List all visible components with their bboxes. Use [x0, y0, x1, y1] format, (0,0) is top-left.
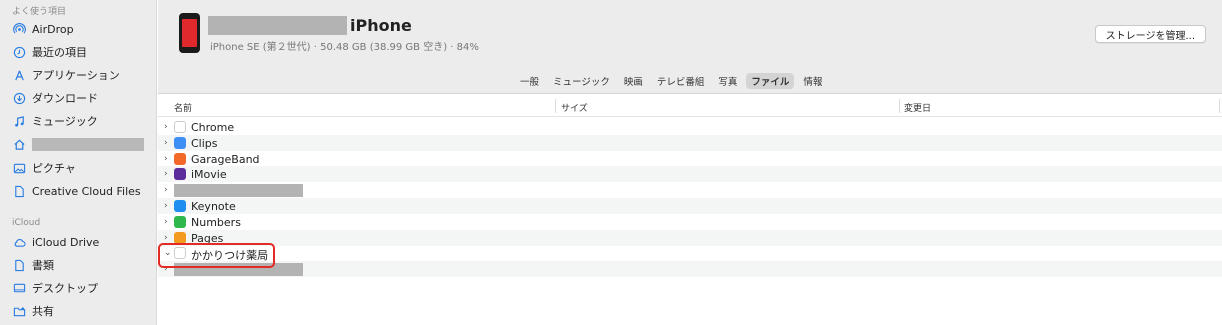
- table-row[interactable]: › GarageBand: [158, 151, 1222, 167]
- document-icon: [13, 185, 26, 198]
- file-name: GarageBand: [191, 152, 260, 166]
- sidebar-item-applications[interactable]: アプリケーション: [13, 66, 120, 84]
- favorites-section-label: よく使う項目: [12, 7, 67, 17]
- manage-storage-button[interactable]: ストレージを管理...: [1094, 25, 1206, 43]
- iphone-icon: [179, 13, 200, 53]
- file-name: Chrome: [191, 121, 235, 134]
- sidebar-item-label: Creative Cloud Files: [32, 184, 141, 198]
- sidebar-item-label: アプリケーション: [32, 69, 120, 82]
- music-icon: [13, 115, 26, 128]
- sidebar-item-pictures[interactable]: ピクチャ: [13, 159, 76, 177]
- sidebar-item-documents[interactable]: 書類: [13, 256, 54, 274]
- cloud-icon: [13, 236, 26, 249]
- imovie-icon: [174, 168, 186, 181]
- sidebar-item-label: ダウンロード: [32, 92, 98, 105]
- redacted-home-name: [32, 137, 144, 151]
- file-name: iMovie: [191, 168, 227, 182]
- file-name: Numbers: [191, 215, 241, 229]
- sidebar-item-label: iCloud Drive: [32, 235, 100, 249]
- pages-icon: [174, 231, 186, 244]
- home-icon: [13, 138, 26, 151]
- tab-1[interactable]: ミュージック: [548, 73, 615, 89]
- numbers-icon: [174, 215, 186, 228]
- table-row[interactable]: › Keynote: [158, 198, 1222, 214]
- icloud-section-label: iCloud: [12, 218, 41, 228]
- chevron-right-icon[interactable]: ›: [164, 233, 174, 243]
- garageband-icon: [174, 152, 186, 165]
- chevron-right-icon[interactable]: ›: [164, 201, 174, 211]
- sidebar-item-recents[interactable]: 最近の項目: [13, 43, 87, 61]
- document-icon: [13, 259, 26, 272]
- sidebar-item-label: デスクトップ: [32, 282, 98, 295]
- sidebar-item-airdrop[interactable]: AirDrop: [13, 20, 74, 38]
- column-size[interactable]: サイズ: [561, 101, 588, 114]
- chevron-right-icon[interactable]: ›: [164, 169, 174, 179]
- tab-5[interactable]: ファイル: [746, 73, 795, 89]
- pictures-icon: [13, 162, 26, 175]
- chevron-right-icon[interactable]: ›: [164, 217, 174, 227]
- download-icon: [13, 92, 26, 105]
- main-panel: iPhone iPhone SE (第２世代) · 50.48 GB (38.9…: [158, 0, 1222, 325]
- applications-icon: [13, 69, 26, 82]
- chevron-right-icon[interactable]: ›: [164, 185, 174, 195]
- sidebar-item-label: 書類: [32, 259, 54, 272]
- clock-icon: [13, 46, 26, 59]
- sidebar-item-shared[interactable]: 共有: [13, 302, 54, 320]
- sidebar-item-music[interactable]: ミュージック: [13, 112, 98, 130]
- file-name: Clips: [191, 136, 218, 150]
- sidebar-item-downloads[interactable]: ダウンロード: [13, 89, 98, 107]
- column-modified[interactable]: 変更日: [904, 101, 931, 114]
- sidebar-item-label: ミュージック: [32, 115, 98, 128]
- tab-bar: 一般 ミュージック 映画 テレビ番組 写真 ファイル 情報: [158, 66, 1222, 94]
- sidebar: よく使う項目 AirDrop 最近の項目 アプリケーション ダウンロード ミュー…: [0, 0, 157, 325]
- desktop-icon: [13, 282, 26, 295]
- column-name[interactable]: 名前: [174, 101, 192, 114]
- redacted-file-name: [174, 184, 303, 198]
- sidebar-item-label: 共有: [32, 305, 54, 318]
- device-info: iPhone SE (第２世代) · 50.48 GB (38.99 GB 空き…: [210, 42, 479, 53]
- tab-2[interactable]: 映画: [619, 73, 648, 89]
- highlight-box: [158, 243, 275, 268]
- redacted-device-owner: [208, 16, 347, 35]
- keynote-icon: [174, 200, 186, 212]
- chrome-icon: [174, 121, 186, 133]
- airdrop-icon: [13, 22, 26, 36]
- table-row[interactable]: › Pages: [158, 229, 1222, 246]
- clips-icon: [174, 136, 186, 149]
- sidebar-item-label: AirDrop: [32, 22, 74, 36]
- table-row[interactable]: ›: [158, 182, 1222, 198]
- tab-3[interactable]: テレビ番組: [652, 73, 710, 89]
- tab-6[interactable]: 情報: [798, 73, 827, 89]
- sidebar-item-creative-cloud-files[interactable]: Creative Cloud Files: [13, 182, 141, 200]
- tab-0[interactable]: 一般: [515, 73, 544, 89]
- table-row[interactable]: › Numbers: [158, 214, 1222, 230]
- table-row[interactable]: › iMovie: [158, 166, 1222, 183]
- table-row[interactable]: › Clips: [158, 134, 1222, 151]
- sidebar-item-label: 最近の項目: [32, 46, 87, 59]
- shared-folder-icon: [13, 305, 26, 318]
- device-header: iPhone iPhone SE (第２世代) · 50.48 GB (38.9…: [158, 0, 1222, 66]
- tab-4[interactable]: 写真: [713, 73, 742, 89]
- table-row[interactable]: ›: [158, 261, 1222, 278]
- file-list: 名前 サイズ 変更日 › Chrome › Clips › GarageBand › iMov…: [158, 95, 1222, 325]
- column-header: 名前 サイズ 変更日: [158, 95, 1222, 117]
- sidebar-item-desktop[interactable]: デスクトップ: [13, 279, 98, 297]
- table-row[interactable]: › Chrome: [158, 119, 1222, 135]
- table-row[interactable]: ⌄ かかりつけ薬局: [158, 245, 1222, 262]
- device-name: iPhone: [350, 16, 412, 35]
- chevron-right-icon[interactable]: ›: [164, 138, 174, 148]
- sidebar-item-label: ピクチャ: [32, 162, 76, 175]
- chevron-right-icon[interactable]: ›: [164, 154, 174, 164]
- sidebar-item-home[interactable]: [13, 135, 144, 153]
- chevron-right-icon[interactable]: ›: [164, 122, 174, 132]
- file-name: Keynote: [191, 200, 236, 213]
- sidebar-item-icloud-drive[interactable]: iCloud Drive: [13, 233, 99, 251]
